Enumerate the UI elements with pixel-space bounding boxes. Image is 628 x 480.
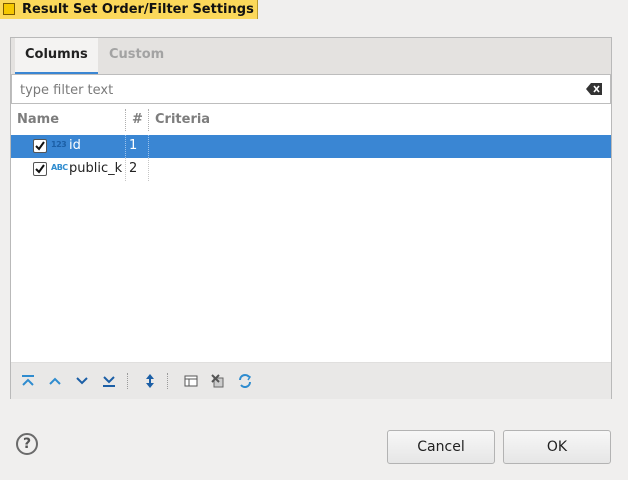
window-title: Result Set Order/Filter Settings (22, 2, 254, 17)
header-criteria[interactable]: Criteria (155, 112, 210, 127)
filter-input[interactable] (18, 79, 582, 101)
move-bottom-icon[interactable] (101, 373, 117, 389)
configure-columns-icon[interactable] (183, 373, 199, 389)
cancel-button[interactable]: Cancel (387, 430, 495, 464)
column-separator (125, 109, 126, 131)
move-up-icon[interactable] (47, 373, 63, 389)
header-name[interactable]: Name (17, 112, 59, 127)
help-button[interactable]: ? (16, 433, 38, 455)
toolbar-separator (167, 373, 168, 389)
grid-header: Name # Criteria (11, 109, 611, 131)
reset-icon[interactable] (237, 373, 253, 389)
tab-custom[interactable]: Custom (99, 38, 174, 74)
criteria-cell[interactable] (155, 158, 605, 181)
ok-button[interactable]: OK (503, 430, 611, 464)
move-top-icon[interactable] (20, 373, 36, 389)
toolbar-separator (127, 373, 128, 389)
clear-filter-icon[interactable] (586, 83, 602, 95)
column-separator (148, 109, 149, 131)
row-checkbox[interactable] (33, 162, 47, 176)
column-order: 2 (129, 161, 138, 176)
criteria-cell[interactable] (155, 135, 605, 158)
clear-criteria-icon[interactable] (210, 373, 226, 389)
tab-columns[interactable]: Columns (15, 38, 98, 74)
settings-panel: Columns Custom Name # Criteria 123 id 1 (10, 37, 612, 399)
column-separator (125, 158, 126, 181)
column-separator (125, 135, 126, 158)
filter-field (11, 74, 611, 104)
table-row[interactable]: 123 id 1 (11, 135, 611, 158)
row-checkbox[interactable] (33, 139, 47, 153)
column-name: id (69, 138, 81, 153)
text-type-icon: ABC (51, 163, 68, 172)
header-number[interactable]: # (132, 112, 143, 127)
title-bar: Result Set Order/Filter Settings (0, 0, 628, 19)
title-tab[interactable]: Result Set Order/Filter Settings (0, 0, 258, 19)
column-order: 1 (129, 138, 138, 153)
order-toolbar (11, 362, 611, 399)
sort-icon[interactable] (142, 373, 158, 389)
column-separator (148, 158, 149, 181)
move-down-icon[interactable] (74, 373, 90, 389)
dialog-icon (3, 3, 15, 15)
table-row[interactable]: ABC public_k 2 (11, 158, 611, 181)
tab-bar: Columns Custom (11, 38, 611, 74)
number-type-icon: 123 (51, 140, 67, 149)
column-separator (148, 135, 149, 158)
column-name: public_k (69, 161, 123, 176)
